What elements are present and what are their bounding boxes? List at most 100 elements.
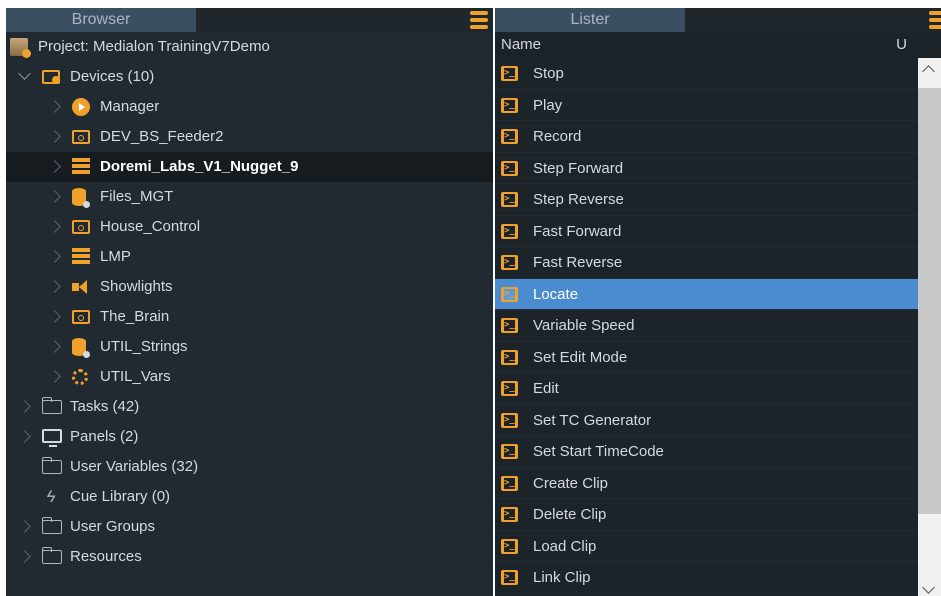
lister-header: Lister xyxy=(495,8,941,32)
command-row[interactable]: Create Clip xyxy=(495,467,918,499)
tree-item-label: Project: Medialon TrainingV7Demo xyxy=(38,38,270,55)
chevron-right-icon[interactable] xyxy=(18,520,31,533)
tree-item[interactable]: Resources xyxy=(6,542,493,572)
chevron-right-icon[interactable] xyxy=(48,220,61,233)
command-terminal-icon xyxy=(501,531,518,562)
tree-item-label: User Variables (32) xyxy=(70,458,199,475)
command-row[interactable]: Set TC Generator xyxy=(495,404,918,436)
tree-item[interactable]: Showlights xyxy=(6,272,493,302)
chevron-right-icon[interactable] xyxy=(48,190,61,203)
command-row[interactable]: Fast Forward xyxy=(495,215,918,247)
folder-icon xyxy=(42,547,62,564)
server-icon xyxy=(72,248,90,264)
chevron-right-icon[interactable] xyxy=(48,160,61,173)
tree-item[interactable]: House_Control xyxy=(6,212,493,242)
command-row[interactable]: Stop xyxy=(495,58,918,90)
command-terminal-icon xyxy=(501,247,518,278)
command-label: Fast Forward xyxy=(533,222,622,240)
tree-item[interactable]: Doremi_Labs_V1_Nugget_9 xyxy=(6,152,493,182)
tree-item[interactable]: User Variables (32) xyxy=(6,452,493,482)
command-row[interactable]: Set Edit Mode xyxy=(495,341,918,373)
command-terminal-icon xyxy=(501,562,518,593)
chevron-down-icon[interactable] xyxy=(18,67,31,80)
command-label: Step Forward xyxy=(533,159,624,177)
tree-item[interactable]: LMP xyxy=(6,242,493,272)
chevron-right-icon[interactable] xyxy=(48,340,61,353)
tree-item[interactable]: Panels (2) xyxy=(6,422,493,452)
tree-item-label: Cue Library (0) xyxy=(70,488,171,505)
scroll-thumb[interactable] xyxy=(918,88,941,514)
tree-item[interactable]: Files_MGT xyxy=(6,182,493,212)
tree-item[interactable]: Tasks (42) xyxy=(6,392,493,422)
scroll-up-arrow-icon[interactable] xyxy=(922,65,935,78)
command-terminal-icon xyxy=(501,373,518,404)
tree-item[interactable]: UTIL_Strings xyxy=(6,332,493,362)
command-list: Stop Play Record Step Forward Step Reverse Fa… xyxy=(495,58,918,594)
command-row[interactable]: Edit xyxy=(495,373,918,405)
command-row[interactable]: Fast Reverse xyxy=(495,247,918,279)
command-row[interactable]: Link Clip xyxy=(495,562,918,594)
command-row[interactable]: Delete Clip xyxy=(495,499,918,531)
tree-item-label: UTIL_Strings xyxy=(100,338,188,355)
tree-item[interactable]: Manager xyxy=(6,92,493,122)
tasks-folder-icon xyxy=(42,397,62,414)
tree-item-label: House_Control xyxy=(100,218,201,235)
chevron-right-icon[interactable] xyxy=(48,280,61,293)
tree-item[interactable]: Devices (10) xyxy=(6,62,493,92)
lister-column-header: Name U xyxy=(495,32,941,58)
chevron-right-icon[interactable] xyxy=(48,100,61,113)
chevron-right-icon[interactable] xyxy=(48,250,61,263)
command-row[interactable]: Variable Speed xyxy=(495,310,918,342)
browser-tab[interactable]: Browser xyxy=(6,8,196,32)
lister-tab[interactable]: Lister xyxy=(495,8,685,32)
chevron-right-icon[interactable] xyxy=(48,370,61,383)
tree-item[interactable]: ϟ Cue Library (0) xyxy=(6,482,493,512)
command-label: Record xyxy=(533,128,582,145)
chevron-right-icon[interactable] xyxy=(18,430,31,443)
command-terminal-icon xyxy=(501,121,518,152)
tree-item-label: The_Brain xyxy=(100,308,170,325)
lister-scrollbar[interactable] xyxy=(918,58,941,596)
scroll-down-arrow-icon[interactable] xyxy=(922,581,935,594)
command-terminal-icon xyxy=(501,499,518,530)
command-row[interactable]: Load Clip xyxy=(495,530,918,562)
tree-item[interactable]: UTIL_Vars xyxy=(6,362,493,392)
device-folder-icon xyxy=(42,70,60,84)
command-row[interactable]: Play xyxy=(495,89,918,121)
command-label: Step Reverse xyxy=(533,191,624,208)
command-label: Play xyxy=(533,96,563,114)
tree-item[interactable]: User Groups xyxy=(6,512,493,542)
tree-item[interactable]: The_Brain xyxy=(6,302,493,332)
chevron-right-icon[interactable] xyxy=(48,130,61,143)
command-label: Set Edit Mode xyxy=(533,348,628,366)
command-terminal-icon xyxy=(501,342,518,373)
command-row[interactable]: Step Reverse xyxy=(495,184,918,216)
chevron-right-icon[interactable] xyxy=(48,310,61,323)
lister-menu-icon[interactable] xyxy=(929,11,941,29)
chevron-right-icon[interactable] xyxy=(18,400,31,413)
browser-pane: Browser Project: Medialon TrainingV7Demo… xyxy=(6,8,493,596)
command-row[interactable]: Step Forward xyxy=(495,152,918,184)
u-column-header[interactable]: U xyxy=(896,32,907,58)
command-row[interactable]: Set Start TimeCode xyxy=(495,436,918,468)
tree-item-label: Files_MGT xyxy=(100,188,174,205)
tree-item-label: Resources xyxy=(70,548,142,565)
tree-item-label: Devices (10) xyxy=(70,68,155,85)
variables-folder-icon xyxy=(42,457,62,474)
command-terminal-icon xyxy=(501,216,518,247)
chevron-right-icon[interactable] xyxy=(18,550,31,563)
name-column-header[interactable]: Name xyxy=(501,36,541,53)
tree-item-label: Panels (2) xyxy=(70,428,139,445)
tree-item[interactable]: Project: Medialon TrainingV7Demo xyxy=(6,32,493,62)
browser-menu-icon[interactable] xyxy=(470,11,488,29)
command-label: Edit xyxy=(533,380,559,397)
tree-item-label: Tasks (42) xyxy=(70,398,140,415)
tree-item[interactable]: DEV_BS_Feeder2 xyxy=(6,122,493,152)
device-box-icon xyxy=(72,220,90,234)
command-label: Create Clip xyxy=(533,474,609,492)
database-icon xyxy=(72,338,90,358)
command-row[interactable]: Locate xyxy=(495,278,918,310)
command-terminal-icon xyxy=(501,153,518,184)
command-row[interactable]: Record xyxy=(495,121,918,153)
browser-header: Browser xyxy=(6,8,493,32)
